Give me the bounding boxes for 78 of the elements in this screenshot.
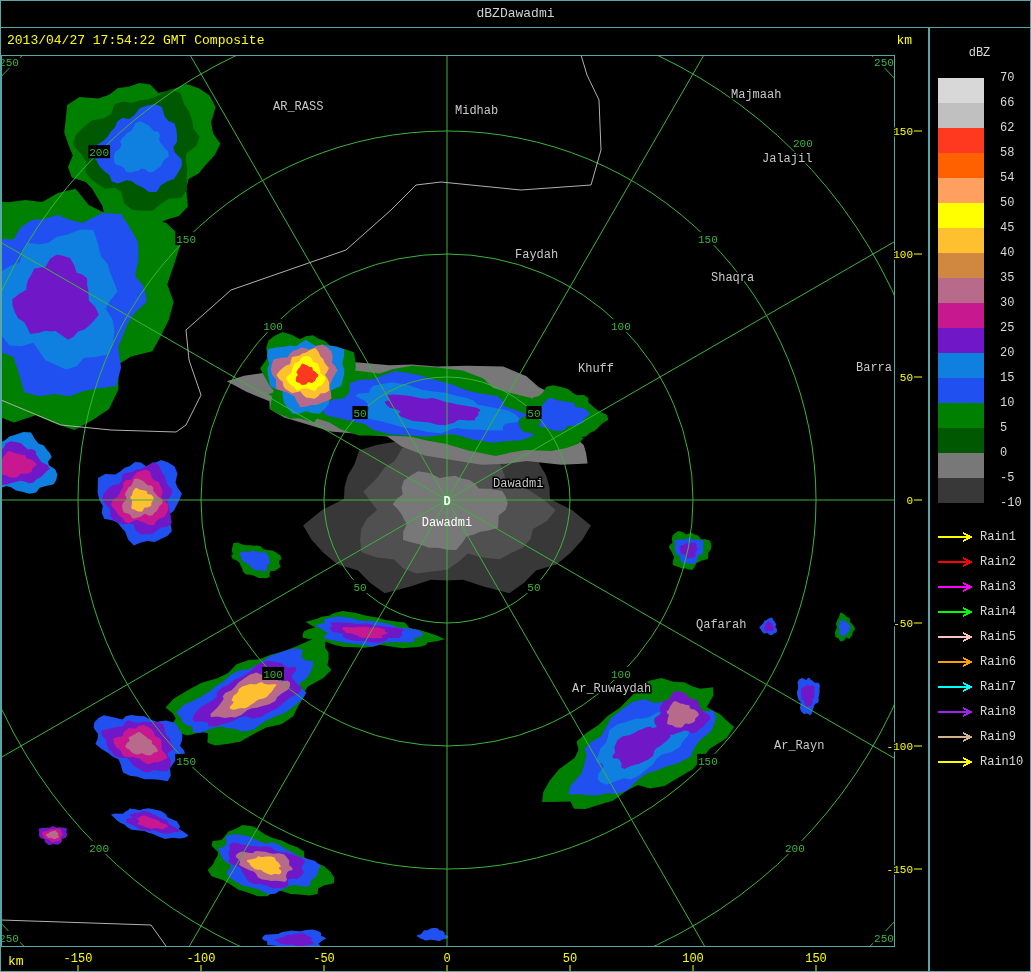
- rain-echo: [416, 927, 449, 941]
- place-label: Midhab: [455, 104, 499, 118]
- track-label: Rain10: [980, 753, 1024, 771]
- scale-label: 40: [1000, 245, 1016, 262]
- x-axis-tick: 150: [805, 952, 827, 971]
- range-label: 100: [610, 319, 632, 334]
- scale-label: 62: [1000, 120, 1016, 137]
- range-label: 250: [873, 931, 895, 945]
- place-label: Barra: [856, 361, 892, 375]
- scale-label: 35: [1000, 270, 1016, 287]
- x-axis-tick: -50: [313, 952, 335, 971]
- track-label: Rain2: [980, 553, 1016, 571]
- scale-label: 70: [1000, 70, 1016, 87]
- x-axis-tick: 100: [682, 952, 704, 971]
- scale-label: -10: [1000, 495, 1022, 512]
- range-label: 50: [526, 406, 542, 421]
- scale-label: 25: [1000, 320, 1016, 337]
- rain-echo: [835, 612, 855, 642]
- range-label: 150: [175, 232, 197, 247]
- legend-title: dBZ: [968, 45, 991, 62]
- place-label: Dawadmi: [493, 477, 544, 491]
- range-label: 150: [175, 753, 197, 768]
- rain-echo: [796, 677, 820, 716]
- radar-site-marker: D: [443, 495, 451, 509]
- scale-label: -5: [1000, 470, 1016, 487]
- x-axis-tick: 50: [562, 952, 578, 971]
- scale-label: 10: [1000, 395, 1016, 412]
- range-label: 50: [352, 579, 368, 594]
- y-axis-tick: 50: [899, 372, 923, 384]
- place-label: Qafarah: [696, 618, 747, 632]
- place-label: Faydah: [515, 248, 559, 262]
- rain-echo: [668, 531, 712, 570]
- scale-label: 20: [1000, 345, 1016, 362]
- track-label: Rain4: [980, 603, 1016, 621]
- radar-site-label: Dawadmi: [421, 516, 473, 530]
- place-label: Jalajil: [762, 152, 813, 166]
- place-label: Shaqra: [711, 271, 755, 285]
- x-axis-tick: -100: [186, 952, 216, 971]
- x-axis-tick: -150: [63, 952, 93, 971]
- track-label: Rain8: [980, 703, 1016, 721]
- track-label: Rain6: [980, 653, 1016, 671]
- scale-label: 30: [1000, 295, 1016, 312]
- track-label: Rain5: [980, 628, 1016, 646]
- scale-label: 50: [1000, 195, 1016, 212]
- scale-label: 58: [1000, 145, 1016, 162]
- timestamp-label: 2013/04/27 17:54:22 GMT Composite: [7, 32, 265, 50]
- track-label: Rain3: [980, 578, 1016, 596]
- window-title: dBZDawadmi: [1, 1, 1030, 28]
- range-label: 50: [352, 406, 368, 421]
- range-label: 200: [783, 840, 806, 855]
- x-axis-unit: km: [8, 954, 24, 969]
- scale-label: 45: [1000, 220, 1016, 237]
- track-label: Rain7: [980, 678, 1016, 696]
- scale-label: 54: [1000, 170, 1016, 187]
- x-axis-tick: 0: [443, 952, 451, 971]
- place-label: Majmaah: [731, 88, 782, 102]
- range-label: 100: [610, 666, 632, 681]
- unit-label: km: [896, 32, 912, 50]
- scale-label: 0: [1000, 445, 1009, 462]
- rain-echo: [231, 542, 282, 579]
- y-axis-tick: 0: [906, 495, 923, 507]
- range-label: 150: [697, 232, 719, 247]
- y-axis-tick: -50: [893, 618, 923, 630]
- place-label: Khuff: [578, 362, 614, 376]
- range-label: 100: [262, 319, 284, 334]
- place-label: Ar_Rayn: [774, 739, 825, 753]
- scale-label: 15: [1000, 370, 1016, 387]
- place-label: AR_RASS: [273, 100, 324, 114]
- rain-echo: [262, 929, 327, 946]
- range-label: 200: [88, 145, 111, 160]
- scale-label: 5: [1000, 420, 1009, 437]
- rain-echo: [759, 617, 777, 636]
- track-label: Rain9: [980, 728, 1016, 746]
- range-label: 50: [526, 579, 542, 594]
- range-label: 200: [88, 840, 111, 855]
- track-label: Rain1: [980, 528, 1016, 546]
- scale-label: 66: [1000, 95, 1016, 112]
- rain-echo: [38, 826, 68, 845]
